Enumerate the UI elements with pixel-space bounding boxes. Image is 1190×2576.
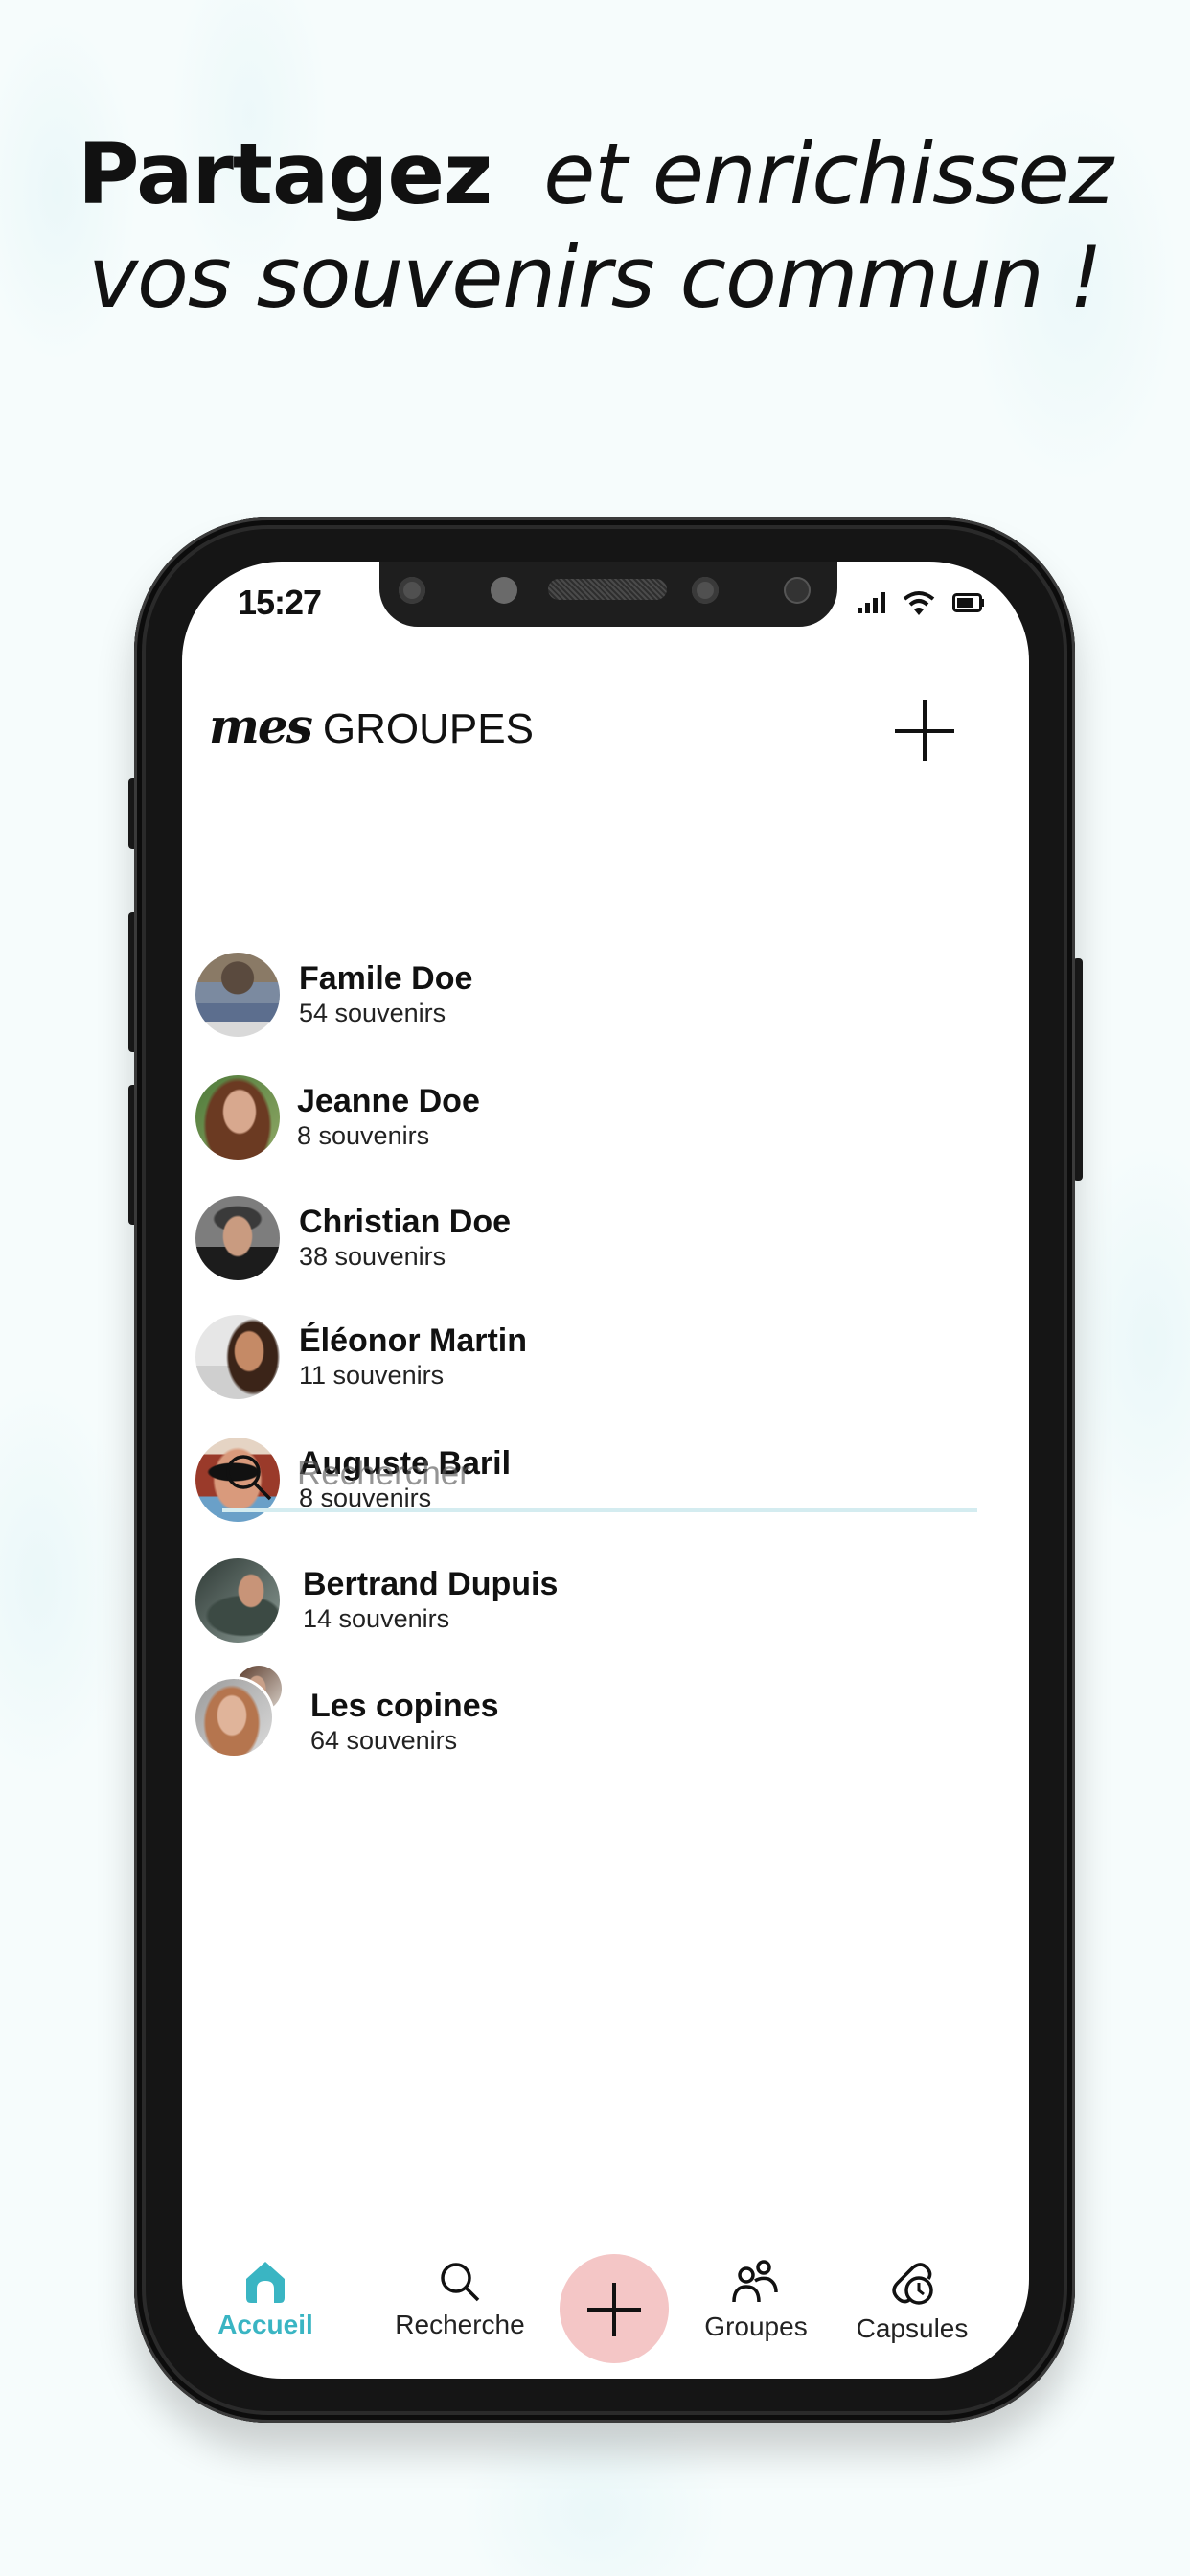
camera-icon [692, 577, 719, 604]
group-name: Jeanne Doe [297, 1083, 480, 1119]
headline-italic-1: et enrichissez [543, 125, 1113, 223]
sensor-icon [491, 577, 517, 604]
group-item-les-copines[interactable]: Les copines 64 souvenirs [195, 1666, 981, 1761]
group-item-bertrand-dupuis[interactable]: Bertrand Dupuis 14 souvenirs [195, 1558, 981, 1643]
add-group-button[interactable] [895, 700, 954, 763]
group-count: 64 souvenirs [310, 1726, 458, 1755]
status-time: 15:27 [238, 583, 322, 622]
search-field[interactable]: Rechercher [222, 1445, 977, 1514]
headline-bold: Partagez [77, 125, 492, 223]
nav-capsules[interactable]: Capsules [845, 2260, 979, 2344]
group-item-jeanne-doe[interactable]: Jeanne Doe 8 souvenirs [195, 1075, 981, 1160]
nav-label: Accueil [217, 2310, 313, 2339]
speaker-grille [548, 579, 667, 600]
avatar [195, 1558, 280, 1643]
logo-prefix: mes [209, 698, 313, 754]
group-name: Famile Doe [299, 960, 473, 997]
group-item-eleonor-martin[interactable]: Éléonor Martin 11 souvenirs [195, 1315, 981, 1399]
capsule-clock-icon [892, 2263, 933, 2305]
avatar [195, 1075, 280, 1160]
search-placeholder: Rechercher [297, 1455, 470, 1492]
status-icons [858, 590, 985, 615]
group-name: Éléonor Martin [299, 1322, 528, 1359]
avatar [195, 1315, 280, 1399]
nav-label: Recherche [395, 2310, 525, 2339]
signal-icon [858, 592, 885, 613]
bottom-nav: Accueil Recherche Groupes Capsules [182, 2242, 1029, 2377]
phone-notch [379, 562, 837, 627]
app-header: mes GROUPES [209, 698, 534, 754]
home-icon [246, 2262, 285, 2303]
avatar-stack [195, 1666, 284, 1761]
create-memory-fab[interactable] [560, 2254, 669, 2363]
group-item-christian-doe[interactable]: Christian Doe 38 souvenirs [195, 1196, 981, 1280]
headline-line-1: Partagez et enrichissez [0, 123, 1190, 226]
group-name: Les copines [310, 1688, 499, 1724]
headline-italic-2: vos souvenirs commun ! [87, 228, 1103, 327]
group-count: 8 souvenirs [297, 1121, 430, 1150]
promo-headline: Partagez et enrichissez vos souvenirs co… [0, 123, 1190, 330]
group-count: 11 souvenirs [299, 1361, 445, 1390]
search-icon [441, 2263, 480, 2302]
nav-recherche[interactable]: Recherche [383, 2260, 537, 2340]
avatar [195, 1196, 280, 1280]
nav-groupes[interactable]: Groupes [694, 2260, 818, 2342]
nav-accueil[interactable]: Accueil [209, 2260, 322, 2340]
sensor-icon [784, 577, 811, 604]
users-icon [732, 2260, 778, 2303]
wifi-icon [903, 591, 935, 615]
group-name: Christian Doe [299, 1204, 512, 1240]
group-count: 38 souvenirs [299, 1242, 446, 1271]
search-underline [222, 1508, 977, 1512]
group-item-famile-doe[interactable]: Famile Doe 54 souvenirs [195, 953, 981, 1037]
avatar [195, 1679, 272, 1756]
nav-label: Capsules [856, 2313, 969, 2343]
group-name: Bertrand Dupuis [303, 1566, 559, 1602]
group-count: 54 souvenirs [299, 999, 446, 1027]
sensor-icon [399, 577, 425, 604]
group-count: 14 souvenirs [303, 1604, 450, 1633]
nav-label: Groupes [704, 2312, 808, 2341]
page-title: GROUPES [322, 705, 534, 752]
battery-icon [952, 593, 984, 612]
avatar [195, 953, 280, 1037]
search-icon [226, 1455, 272, 1501]
